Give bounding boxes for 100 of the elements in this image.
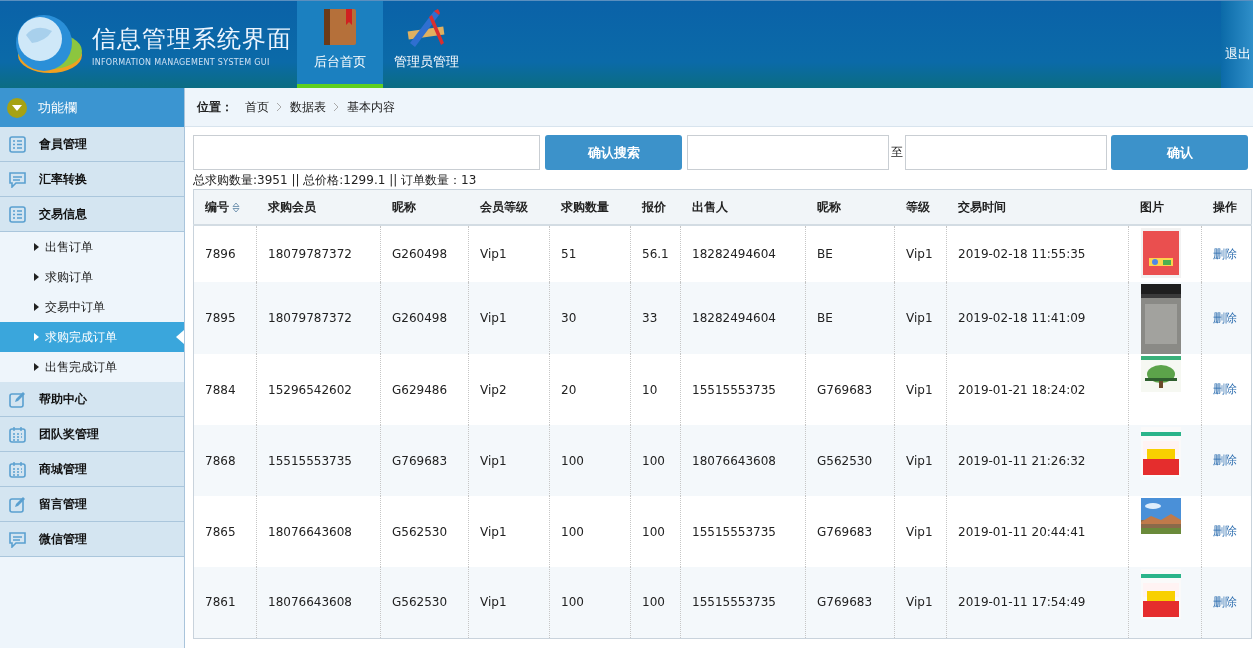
app-subtitle: INFORMATION MANAGEMENT SYSTEM GUI: [92, 57, 271, 67]
table-cell: Vip2: [480, 382, 507, 397]
column-header: 昵称: [816, 199, 841, 214]
table-cell: G769683: [817, 382, 873, 397]
column-header: 报价: [641, 199, 666, 214]
table-cell: G769683: [817, 524, 873, 539]
table-cell: 18076643608: [692, 453, 776, 468]
sidebar-item[interactable]: 帮助中心: [0, 382, 184, 417]
table-cell: 2019-01-21 18:24:02: [958, 382, 1086, 397]
chevron-icon: [277, 103, 282, 111]
triangle-icon: [34, 363, 39, 371]
column-header: 交易时间: [957, 199, 1006, 214]
table-cell: 15515553735: [692, 382, 776, 397]
edit-icon: [9, 495, 26, 513]
delete-link[interactable]: 删除: [1213, 452, 1237, 469]
chevron-icon: [334, 103, 339, 111]
table-cell: 56.1: [642, 247, 669, 261]
sidebar-item[interactable]: 微信管理: [0, 522, 184, 557]
breadcrumb-label: 位置：: [197, 98, 233, 116]
table-cell: Vip1: [906, 382, 933, 397]
table-cell: 7868: [205, 453, 236, 468]
breadcrumb-link[interactable]: 基本内容: [347, 98, 395, 116]
table-cell: 18079787372: [268, 247, 352, 261]
breadcrumb-link[interactable]: 数据表: [290, 98, 326, 116]
sidebar-title: 功能欄: [38, 98, 77, 117]
table-cell: Vip1: [480, 247, 507, 261]
table-cell: 7865: [205, 524, 236, 539]
table-cell: Vip1: [480, 311, 507, 325]
sidebar-item[interactable]: 团队奖管理: [0, 417, 184, 452]
table-cell: 2019-01-11 17:54:49: [958, 595, 1086, 610]
table-cell: Vip1: [906, 453, 933, 468]
column-header: 操作: [1212, 199, 1237, 214]
table-cell: 100: [642, 595, 665, 610]
range-end-field[interactable]: [905, 135, 1107, 170]
column-header: 图片: [1139, 199, 1164, 214]
range-start-field[interactable]: [687, 135, 889, 170]
sidebar-item[interactable]: 留言管理: [0, 487, 184, 522]
table-cell: 100: [561, 524, 584, 539]
calendar-icon: [9, 425, 26, 443]
table-cell: Vip1: [480, 524, 507, 539]
table-cell: 2019-02-18 11:41:09: [958, 311, 1086, 325]
table-cell: G562530: [392, 595, 448, 610]
table-cell: 7896: [205, 247, 236, 261]
table-cell: 7861: [205, 595, 236, 610]
table-cell: 100: [642, 453, 665, 468]
triangle-icon: [34, 243, 39, 251]
sidebar-item[interactable]: 會員管理: [0, 127, 184, 162]
table-cell: 15515553735: [692, 524, 776, 539]
range-separator: 至: [891, 144, 903, 161]
table-cell: 51: [561, 247, 577, 261]
table-cell: 15515553735: [692, 595, 776, 610]
table-cell: 18079787372: [268, 311, 352, 325]
sidebar-item[interactable]: 商城管理: [0, 452, 184, 487]
summary-text: 总求购数量:3951 || 总价格:1299.1 || 订单数量：13: [193, 172, 478, 189]
list-icon: [9, 135, 26, 153]
table-cell: Vip1: [906, 247, 933, 261]
table-cell: 100: [561, 453, 584, 468]
table-cell: BE: [817, 311, 833, 325]
table-cell: G769683: [817, 595, 873, 610]
column-header: 等级: [905, 199, 930, 214]
table-cell: 15515553735: [268, 453, 352, 468]
chat-icon: [9, 530, 26, 548]
delete-link[interactable]: 删除: [1213, 593, 1237, 611]
nav-tab[interactable]: 管理员管理: [383, 1, 469, 88]
table-cell: Vip1: [480, 453, 507, 468]
table-cell: 18282494604: [692, 311, 776, 325]
logout-link[interactable]: 退出: [1221, 1, 1253, 88]
nav-tab[interactable]: 后台首页: [297, 1, 383, 88]
sidebar-item[interactable]: 交易信息: [0, 197, 184, 232]
delete-link[interactable]: 删除: [1213, 381, 1237, 398]
triangle-icon: [34, 273, 39, 281]
book-icon: [322, 7, 358, 47]
table-cell: 2019-01-11 21:26:32: [958, 453, 1086, 468]
table-cell: 100: [561, 595, 584, 610]
delete-link[interactable]: 删除: [1213, 309, 1237, 327]
list-icon: [9, 205, 26, 223]
table-cell: 18076643608: [268, 524, 352, 539]
caret-down-icon: [6, 96, 28, 119]
table-cell: Vip1: [906, 524, 933, 539]
chat-icon: [9, 170, 26, 188]
table-cell: 30: [561, 311, 577, 325]
breadcrumb-link[interactable]: 首页: [245, 98, 269, 116]
table-cell: Vip1: [480, 595, 507, 610]
search-field[interactable]: [193, 135, 540, 170]
table-cell: G260498: [392, 247, 448, 261]
app-title: 信息管理系统界面: [92, 23, 292, 55]
sidebar-item[interactable]: 汇率转换: [0, 162, 184, 197]
table-cell: 15296542602: [268, 382, 352, 397]
table-cell: Vip1: [906, 311, 933, 325]
sort-icon: [232, 201, 240, 213]
table-cell: G562530: [817, 453, 873, 468]
delete-link[interactable]: 删除: [1213, 245, 1237, 263]
table-cell: 7884: [205, 382, 236, 397]
delete-link[interactable]: 删除: [1213, 523, 1237, 540]
table-cell: G260498: [392, 311, 448, 325]
triangle-icon: [34, 333, 39, 341]
column-header: 出售人: [691, 199, 728, 214]
column-header: 求购会员: [267, 199, 316, 214]
table-cell: G629486: [392, 382, 448, 397]
column-header[interactable]: 编号: [205, 198, 229, 216]
